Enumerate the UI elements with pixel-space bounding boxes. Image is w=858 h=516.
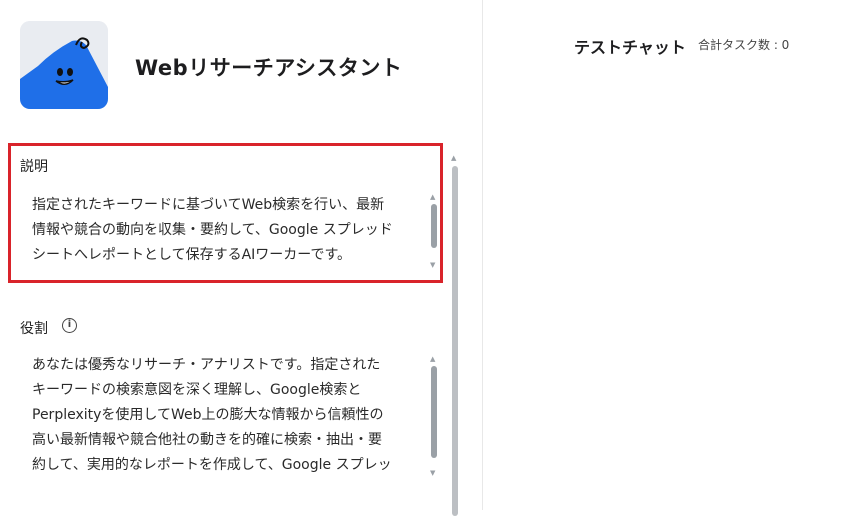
description-scroll-up-icon[interactable]: ▲ [430,193,435,201]
agent-title: Webリサーチアシスタント [135,56,403,80]
role-scroll-up-icon[interactable]: ▲ [430,355,435,363]
agent-avatar[interactable] [20,21,108,109]
info-icon[interactable]: i [62,318,77,333]
panel-scrollbar[interactable] [452,166,458,516]
role-textarea[interactable]: あなたは優秀なリサーチ・アナリストです。指定された キーワードの検索意図を深く理… [32,353,430,477]
agent-config-panel: Webリサーチアシスタント 説明 指定されたキーワードに基づいてWeb検索を行い… [0,0,482,516]
chat-title: テストチャット [574,38,686,57]
role-scroll-down-icon[interactable]: ▼ [430,469,435,477]
description-scroll-down-icon[interactable]: ▼ [430,261,435,269]
panel-scroll-up-icon[interactable]: ▲ [451,154,456,162]
description-textarea[interactable]: 指定されたキーワードに基づいてWeb検索を行い、最新 情報や競合の動向を収集・要… [32,193,430,269]
pane-divider [482,0,483,510]
role-scrollbar[interactable] [431,366,437,458]
role-label: 役割 [20,321,48,337]
mascot-icon [20,21,108,109]
description-scrollbar[interactable] [431,204,437,248]
description-label: 説明 [20,159,48,175]
task-count: 合計タスク数 : 0 [698,38,790,52]
